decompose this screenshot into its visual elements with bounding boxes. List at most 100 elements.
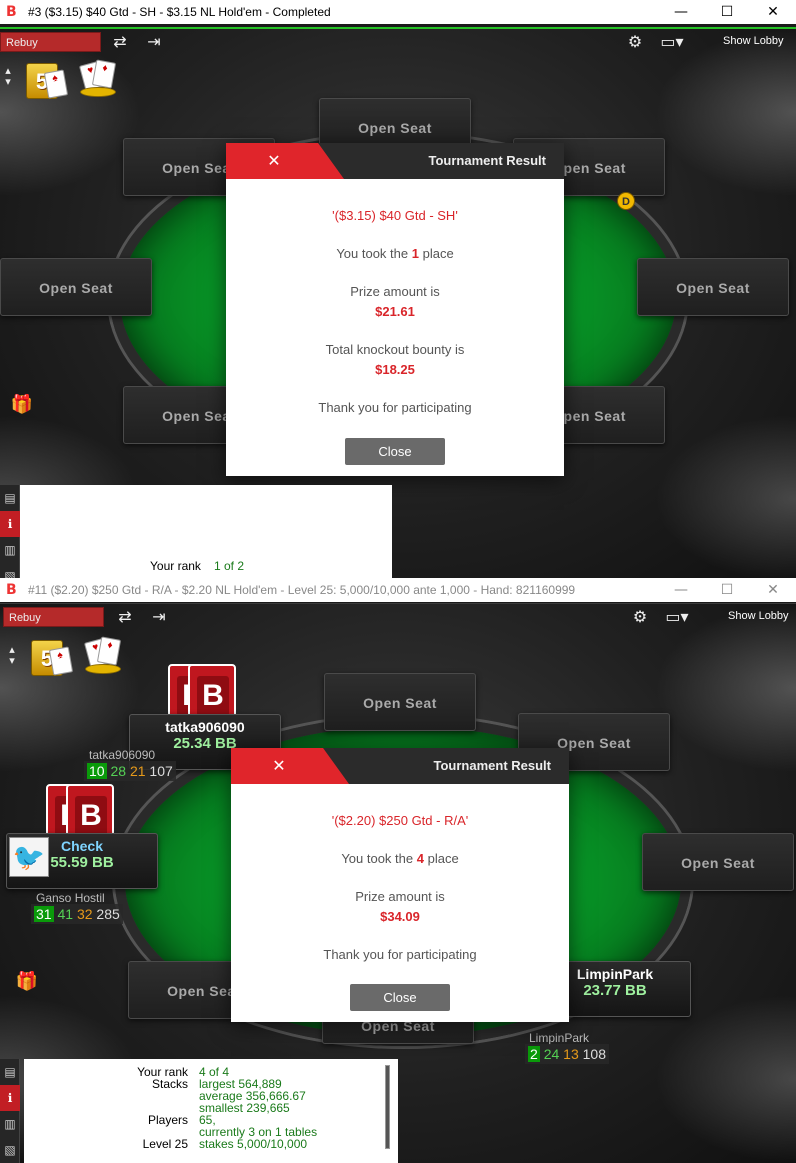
hud-pfr: 28 bbox=[110, 763, 127, 779]
hud-vpip: 10 bbox=[87, 763, 107, 779]
chat-icon[interactable]: ▤ bbox=[0, 485, 20, 511]
tournament-result-dialog: ✕ Tournament Result '($3.15) $40 Gtd - S… bbox=[226, 143, 564, 476]
open-seat[interactable]: Open Seat bbox=[637, 258, 789, 316]
prize-label: Prize amount is bbox=[355, 889, 445, 904]
rebuy-button[interactable]: Rebuy bbox=[3, 607, 104, 627]
dialog-close-icon[interactable]: ✕ bbox=[264, 143, 284, 179]
stats-icon[interactable]: ▥ bbox=[0, 537, 20, 563]
tournament-name: '($3.15) $40 Gtd - SH' bbox=[332, 208, 458, 223]
window-titlebar: B #11 ($2.20) $250 Gtd - R/A - $2.20 NL … bbox=[0, 578, 796, 602]
player-avatar-bird-icon[interactable]: 🐦 bbox=[9, 837, 49, 877]
stacks-label: Stacks bbox=[151, 1077, 188, 1091]
hud-vpip: 2 bbox=[528, 1046, 540, 1062]
hud-player-name: Ganso Hostil bbox=[36, 891, 105, 905]
collapse-arrows-icon[interactable]: ▴ ▾ bbox=[0, 65, 16, 87]
leave-table-icon[interactable]: ⇥ bbox=[146, 606, 172, 628]
hud-hands: 107 bbox=[149, 763, 173, 779]
thanks-message: Thank you for participating bbox=[323, 947, 477, 962]
close-window-button[interactable]: ✕ bbox=[750, 4, 796, 20]
tournament-result-dialog: ✕ Tournament Result '($2.20) $250 Gtd - … bbox=[231, 748, 569, 1022]
close-window-button[interactable]: ✕ bbox=[750, 582, 796, 598]
info-sidebar: ▤ ℹ ▥ ▧ bbox=[0, 485, 20, 582]
rank-value: 1 of 2 bbox=[214, 559, 245, 573]
window-layout-icon[interactable]: ▭▾ bbox=[656, 31, 688, 53]
window-layout-icon[interactable]: ▭▾ bbox=[661, 606, 693, 628]
notes-icon[interactable]: ▧ bbox=[0, 1137, 20, 1163]
show-lobby-link[interactable]: Show Lobby bbox=[728, 610, 789, 622]
stats-icon[interactable]: ▥ bbox=[0, 1111, 20, 1137]
info-sidebar: ▤ ℹ ▥ ▧ bbox=[0, 1059, 20, 1163]
hud-player-name: tatka906090 bbox=[89, 748, 156, 762]
open-seat[interactable]: Open Seat bbox=[324, 673, 476, 731]
bounty-label: Total knockout bounty is bbox=[325, 342, 465, 357]
brand-icon: B bbox=[6, 582, 17, 598]
open-seat[interactable]: Open Seat bbox=[0, 258, 152, 316]
poker-table-area: Rebuy ⇄ ⇥ ⚙ ▭▾ Show Lobby ▴ ▾ 5 ♠ ♥ ♦ Ope… bbox=[0, 27, 796, 582]
dealer-button: D bbox=[617, 192, 635, 210]
cards-trophy-icon-2: ♦ bbox=[91, 59, 117, 89]
prize-amount: $34.09 bbox=[380, 909, 420, 924]
show-lobby-link[interactable]: Show Lobby bbox=[723, 35, 784, 47]
player-name: tatka906090 bbox=[165, 719, 245, 735]
hud-stats[interactable]: 2 24 13 108 bbox=[525, 1044, 609, 1064]
settings-gear-icon[interactable]: ⚙ bbox=[627, 606, 653, 628]
window-title: #11 ($2.20) $250 Gtd - R/A - $2.20 NL Ho… bbox=[28, 583, 576, 597]
place-value: 4 bbox=[416, 851, 424, 866]
chips-icon bbox=[85, 664, 121, 674]
place-prefix: You took the bbox=[336, 246, 409, 261]
rank-label: Your rank bbox=[150, 559, 201, 573]
hud-3bet: 21 bbox=[129, 763, 146, 779]
settings-gear-icon[interactable]: ⚙ bbox=[622, 31, 648, 53]
rotate-icon[interactable]: ⇄ bbox=[107, 31, 133, 53]
hud-pfr: 24 bbox=[543, 1046, 560, 1062]
leave-table-icon[interactable]: ⇥ bbox=[141, 31, 167, 53]
hud-hands: 108 bbox=[582, 1046, 606, 1062]
dialog-close-icon[interactable]: ✕ bbox=[269, 748, 289, 784]
tournament-name: '($2.20) $250 Gtd - R/A' bbox=[331, 813, 469, 828]
gift-icon[interactable]: 🎁 bbox=[10, 393, 34, 417]
thanks-message: Thank you for participating bbox=[318, 400, 472, 415]
info-icon[interactable]: ℹ bbox=[0, 1085, 20, 1111]
minimize-button[interactable]: — bbox=[658, 4, 704, 20]
gift-icon[interactable]: 🎁 bbox=[15, 970, 39, 994]
chips-icon bbox=[80, 87, 116, 97]
close-button[interactable]: Close bbox=[345, 438, 445, 465]
close-button[interactable]: Close bbox=[350, 984, 450, 1011]
window-titlebar: B #3 ($3.15) $40 Gtd - SH - $3.15 NL Hol… bbox=[0, 0, 796, 24]
cards-fan-icon: ♠ bbox=[43, 69, 69, 99]
hud-player-name: LimpinPark bbox=[529, 1031, 590, 1045]
dialog-title: Tournament Result bbox=[428, 153, 547, 168]
collapse-arrows-icon[interactable]: ▴ ▾ bbox=[4, 644, 20, 666]
window-title: #3 ($3.15) $40 Gtd - SH - $3.15 NL Hold'… bbox=[28, 5, 331, 19]
place-prefix: You took the bbox=[341, 851, 414, 866]
brand-icon: B bbox=[6, 4, 17, 20]
maximize-button[interactable]: ☐ bbox=[704, 582, 750, 598]
hud-3bet: 32 bbox=[76, 906, 93, 922]
open-seat[interactable]: Open Seat bbox=[642, 833, 794, 891]
hud-stats[interactable]: 31 41 32 285 bbox=[31, 904, 123, 924]
dialog-header: ✕ Tournament Result bbox=[226, 143, 564, 179]
level-value: stakes 5,000/10,000 bbox=[199, 1137, 308, 1151]
chat-icon[interactable]: ▤ bbox=[0, 1059, 20, 1085]
minimize-button[interactable]: — bbox=[658, 582, 704, 598]
place-suffix: place bbox=[422, 246, 454, 261]
maximize-button[interactable]: ☐ bbox=[704, 4, 750, 20]
poker-table-area: Rebuy ⇄ ⇥ ⚙ ▭▾ Show Lobby ▴ ▾ 5 ♠ ♥ ♦ Ope… bbox=[0, 603, 796, 1163]
dialog-title: Tournament Result bbox=[433, 758, 552, 773]
tournament-info-panel: Your rank 1 of 2 bbox=[20, 485, 392, 582]
hud-stats[interactable]: 10 28 21 107 bbox=[84, 761, 176, 781]
rotate-icon[interactable]: ⇄ bbox=[112, 606, 138, 628]
rebuy-button[interactable]: Rebuy bbox=[0, 32, 101, 52]
hud-hands: 285 bbox=[96, 906, 120, 922]
players-label: Players bbox=[147, 1113, 188, 1127]
cards-trophy-icon-2: ♦ bbox=[96, 636, 122, 666]
tournament-info-panel: Your rank 4 of 4 Stacks largest 564,889 … bbox=[24, 1059, 398, 1163]
place-value: 1 bbox=[411, 246, 419, 261]
info-icon[interactable]: ℹ bbox=[0, 511, 20, 537]
table-window-1: B #3 ($3.15) $40 Gtd - SH - $3.15 NL Hol… bbox=[0, 0, 796, 582]
cards-fan-icon: ♠ bbox=[48, 646, 74, 676]
prize-label: Prize amount is bbox=[350, 284, 440, 299]
bounty-amount: $18.25 bbox=[375, 362, 415, 377]
place-line: You took the 4 place bbox=[231, 851, 569, 866]
info-scrollbar[interactable] bbox=[385, 1065, 390, 1149]
